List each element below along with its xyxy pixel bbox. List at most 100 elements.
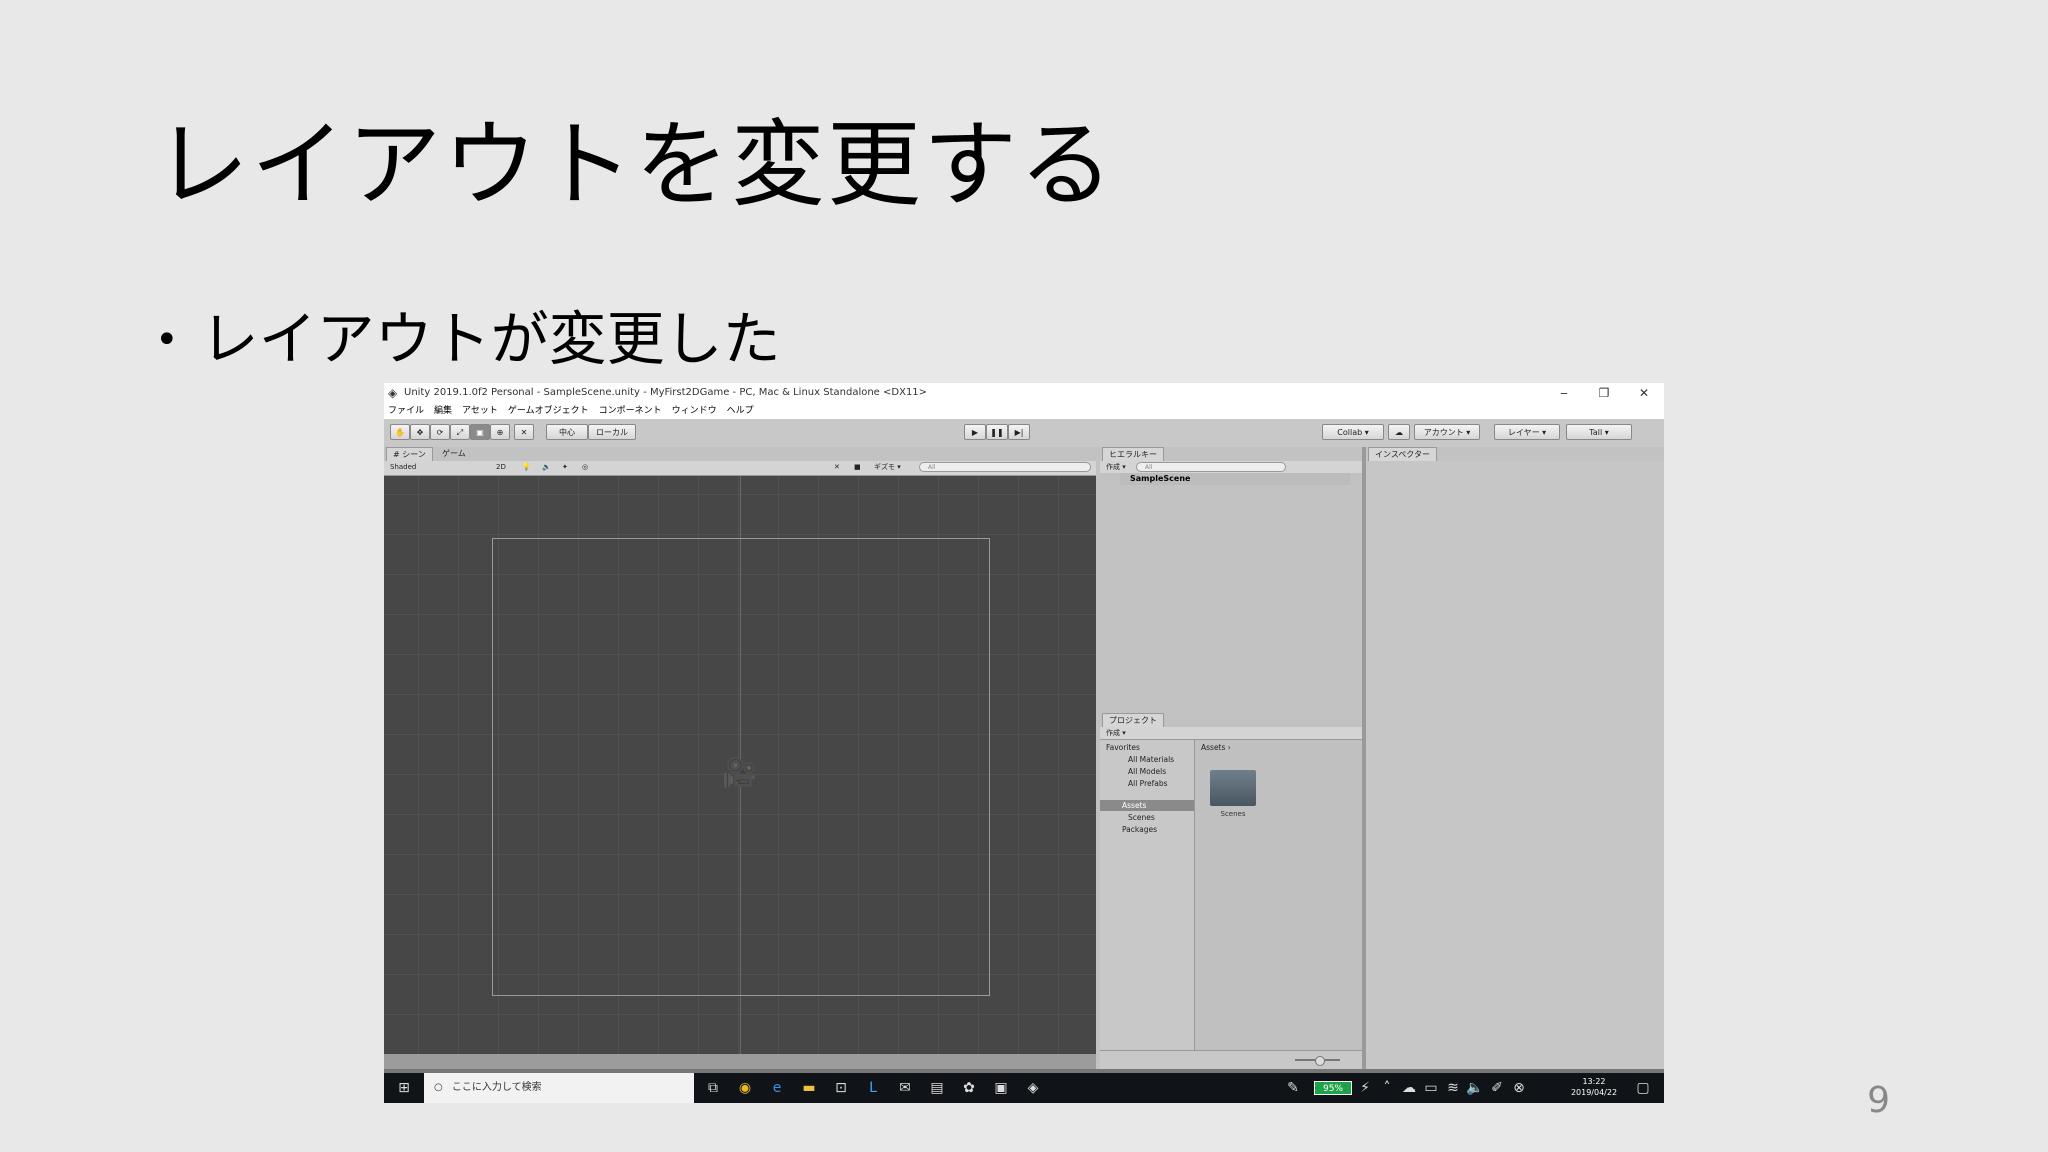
scene-search-input[interactable]: All [919, 462, 1091, 472]
inspector-tabbar: インスペクター [1366, 447, 1664, 461]
volume-icon[interactable]: 🔈 [1466, 1079, 1484, 1097]
move-tool-icon[interactable]: ✥ [410, 424, 430, 440]
hierarchy-search-input[interactable]: All [1136, 462, 1286, 472]
wifi-icon[interactable]: ≋ [1444, 1079, 1462, 1097]
effects-icon[interactable]: ✦ [562, 462, 568, 473]
clock-date: 2019/04/22 [1570, 1088, 1618, 1097]
pause-button[interactable]: ❚❚ [986, 424, 1008, 440]
notification-icon[interactable]: ▢ [1634, 1079, 1652, 1097]
tree-all-models[interactable]: All Models [1128, 766, 1166, 777]
tab-scene[interactable]: # シーン [386, 447, 433, 461]
hierarchy-scene-row[interactable]: SampleScene [1120, 473, 1350, 485]
camera-icon[interactable]: ■ [854, 462, 861, 473]
tree-packages[interactable]: Packages [1122, 824, 1157, 835]
custom-tool-icon[interactable]: ✕ [514, 424, 534, 440]
scene-camera-icon[interactable]: 🎥 [722, 756, 757, 789]
app-icon[interactable]: ✿ [960, 1079, 978, 1097]
tray-icon[interactable]: ▭ [1422, 1079, 1440, 1097]
hierarchy-create-dropdown[interactable]: 作成 ▾ [1106, 462, 1126, 473]
account-dropdown[interactable]: アカウント ▾ [1414, 424, 1480, 440]
hierarchy-panel: SampleScene [1100, 473, 1362, 658]
document-icon[interactable]: ▤ [928, 1079, 946, 1097]
tab-game[interactable]: ゲーム [436, 447, 472, 461]
search-circle-icon: ○ [434, 1082, 443, 1093]
maximize-button[interactable]: ❐ [1584, 383, 1624, 403]
audio-icon[interactable]: 🔈 [542, 462, 551, 473]
tab-inspector[interactable]: インスペクター [1368, 447, 1437, 461]
scene-bottom-bar [384, 1054, 1096, 1069]
rotate-tool-icon[interactable]: ⟳ [430, 424, 450, 440]
settings-tray-icon[interactable]: ⊗ [1510, 1079, 1528, 1097]
project-tree: Favorites All Materials All Models All P… [1100, 740, 1195, 1050]
bullet-text: レイアウトが変更した [200, 305, 781, 373]
folder-icon[interactable] [1210, 770, 1256, 806]
play-button[interactable]: ▶ [964, 424, 986, 440]
unity-taskbar-icon[interactable]: ◈ [1024, 1079, 1042, 1097]
scene-control-bar: Shaded 2D 💡 🔈 ✦ ◎ ✕ ■ ギズモ ▾ All [384, 461, 1096, 476]
pen-icon[interactable]: ✐ [1488, 1079, 1506, 1097]
layers-dropdown[interactable]: レイヤー ▾ [1494, 424, 1560, 440]
taskbar-search[interactable]: ○ ここに入力して検索 [424, 1073, 694, 1103]
menu-help[interactable]: ヘルプ [727, 403, 754, 419]
folder-label: Scenes [1220, 810, 1246, 818]
hand-tool-icon[interactable]: ✋ [390, 424, 410, 440]
mail-icon[interactable]: ✉ [896, 1079, 914, 1097]
menu-window[interactable]: ウィンドウ [672, 403, 717, 419]
menu-edit[interactable]: 編集 [434, 403, 452, 419]
tray-expand-icon[interactable]: ˄ [1378, 1079, 1396, 1097]
step-button[interactable]: ▶| [1008, 424, 1030, 440]
tools-icon[interactable]: ✕ [834, 462, 840, 473]
battery-indicator[interactable]: 95% [1314, 1081, 1352, 1095]
person-icon[interactable]: ✎ [1284, 1079, 1302, 1097]
cloud-icon[interactable]: ☁ [1388, 424, 1410, 440]
plug-icon: ⚡ [1360, 1080, 1370, 1096]
space-toggle[interactable]: ローカル [588, 424, 636, 440]
bullet-item: • レイアウトが変更した [155, 305, 781, 375]
edge-icon[interactable]: e [768, 1079, 786, 1097]
cloud-tray-icon[interactable]: ☁ [1400, 1079, 1418, 1097]
transform-tool-icon[interactable]: ⊕ [490, 424, 510, 440]
tab-hierarchy[interactable]: ヒエラルキー [1102, 447, 1164, 461]
hidden-objects-icon[interactable]: ◎ [582, 462, 588, 473]
shading-dropdown[interactable]: Shaded [390, 462, 490, 473]
bullet-dot: • [155, 316, 179, 363]
2d-toggle[interactable]: 2D [496, 462, 506, 473]
tree-assets[interactable]: Assets [1100, 800, 1194, 811]
icon-size-slider[interactable] [1295, 1056, 1340, 1066]
rect-tool-icon[interactable]: ▣ [470, 424, 490, 440]
tree-scenes[interactable]: Scenes [1128, 812, 1155, 823]
l-app-icon[interactable]: L [864, 1079, 882, 1097]
taskbar-clock[interactable]: 13:22 2019/04/22 [1564, 1076, 1624, 1098]
project-assets-view: Assets › Scenes [1195, 740, 1362, 1050]
menu-component[interactable]: コンポーネント [599, 403, 662, 419]
tab-project[interactable]: プロジェクト [1102, 713, 1164, 727]
menu-gameobject[interactable]: ゲームオブジェクト [508, 403, 589, 419]
page-number: 9 [1867, 1080, 1890, 1121]
minimize-button[interactable]: ‒ [1544, 383, 1584, 403]
explorer-icon[interactable]: ▬ [800, 1079, 818, 1097]
tree-all-materials[interactable]: All Materials [1128, 754, 1174, 765]
window-controls: ‒ ❐ ✕ [1544, 383, 1664, 403]
clock-time: 13:22 [1582, 1077, 1606, 1086]
project-breadcrumb[interactable]: Assets › [1201, 742, 1231, 753]
scale-tool-icon[interactable]: ⤢ [450, 424, 470, 440]
project-create-dropdown[interactable]: 作成 ▾ [1106, 728, 1126, 739]
unity-editor-screenshot: ◈ Unity 2019.1.0f2 Personal - SampleScen… [384, 383, 1664, 1103]
scene-viewport[interactable]: 🎥 [384, 476, 1096, 1054]
slide-title: レイアウトを変更する [155, 111, 1116, 220]
pivot-toggle[interactable]: 中心 [546, 424, 588, 440]
store-icon[interactable]: ⊡ [832, 1079, 850, 1097]
task-view-icon[interactable]: ⧉ [704, 1079, 722, 1097]
menu-assets[interactable]: アセット [462, 403, 498, 419]
close-button[interactable]: ✕ [1624, 383, 1664, 403]
menu-file[interactable]: ファイル [388, 403, 424, 419]
terminal-icon[interactable]: ▣ [992, 1079, 1010, 1097]
layout-dropdown[interactable]: Tall ▾ [1566, 424, 1632, 440]
gizmos-dropdown[interactable]: ギズモ ▾ [874, 462, 901, 473]
windows-start-icon[interactable]: ⊞ [395, 1079, 413, 1097]
light-icon[interactable]: 💡 [522, 462, 531, 473]
tree-favorites[interactable]: Favorites [1106, 742, 1140, 753]
collab-dropdown[interactable]: Collab ▾ [1322, 424, 1384, 440]
tree-all-prefabs[interactable]: All Prefabs [1128, 778, 1168, 789]
chrome-icon[interactable]: ◉ [736, 1079, 754, 1097]
